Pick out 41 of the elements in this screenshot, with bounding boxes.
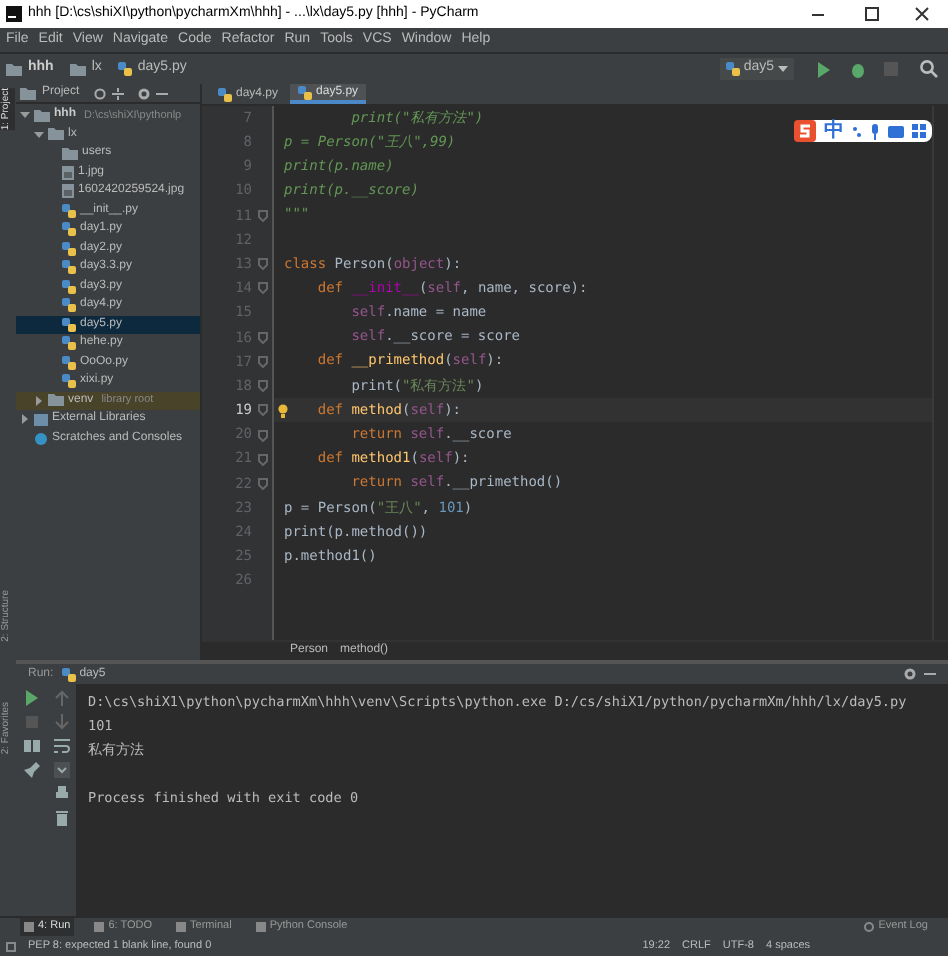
keyboard-icon[interactable] [888,125,904,137]
scroll-end-icon[interactable] [53,762,69,778]
grid-icon[interactable] [912,124,926,138]
run-icon[interactable] [816,61,832,77]
fold-marker-icon[interactable] [258,209,268,222]
input-mode-label[interactable]: 中 [824,121,844,141]
python-file-icon [61,667,76,681]
expanded-arrow-icon[interactable] [20,110,30,121]
print-icon[interactable] [53,786,69,802]
lightbulb-icon[interactable] [278,403,288,418]
caret-icon [778,65,788,73]
maximize-icon[interactable] [864,6,880,22]
search-icon[interactable] [920,60,938,78]
event-log-icon [864,922,875,932]
hide-icon[interactable] [155,87,168,99]
folder-icon [69,63,86,75]
fold-marker-icon[interactable] [258,404,268,417]
collapsed-arrow-icon[interactable] [20,414,30,425]
python-file-icon [298,85,313,99]
fold-marker-icon[interactable] [258,453,268,466]
folder-icon [48,394,64,407]
collapsed-arrow-icon[interactable] [34,395,44,406]
microphone-icon[interactable] [870,123,880,139]
python-file-icon [725,62,740,76]
python-file-icon [117,62,132,76]
wrap-icon[interactable] [53,738,69,754]
python-file-icon [218,87,232,101]
fold-marker-icon[interactable] [258,258,268,271]
rerun-icon[interactable] [23,690,39,706]
hide-icon[interactable] [924,668,936,680]
expanded-arrow-icon[interactable] [34,129,44,140]
fold-marker-icon[interactable] [258,355,268,368]
fold-marker-icon[interactable] [258,477,268,490]
trash-icon[interactable] [53,810,69,826]
fold-marker-icon[interactable] [258,429,268,442]
fold-marker-icon[interactable] [258,282,268,295]
layout-icon[interactable] [23,738,39,754]
close-icon[interactable] [914,6,930,22]
fold-marker-icon[interactable] [258,331,268,344]
fold-marker-icon[interactable] [258,380,268,393]
app-icon [6,6,22,22]
